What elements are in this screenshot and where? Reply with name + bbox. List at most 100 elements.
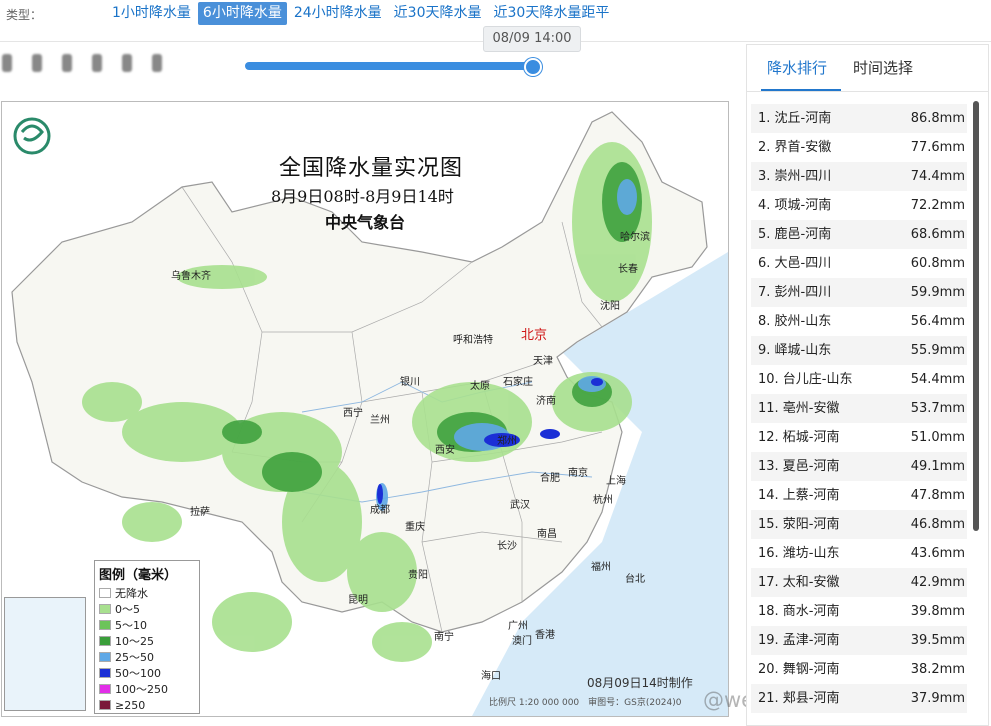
ranking-station: 16. 潍坊-山东 [758,546,840,561]
ranking-value: 59.9mm [910,285,965,300]
legend-label: 10～25 [115,635,154,648]
city-label: 合肥 [540,473,560,484]
legend-swatch [99,620,111,630]
city-label: 台北 [625,574,645,585]
ranking-station: 6. 大邑-四川 [758,256,832,271]
time-slider-track[interactable] [245,62,533,70]
legend-label: 0～5 [115,603,140,616]
ranking-value: 42.9mm [910,575,965,590]
legend-label: 50～100 [115,667,161,680]
ranking-station: 20. 舞钢-河南 [758,662,840,677]
map-title: 全国降水量实况图 [279,156,464,181]
ranking-item[interactable]: 12. 柘城-河南 51.0mm [751,423,967,452]
ranking-value: 43.6mm [910,546,965,561]
made-time: 08月09日14时制作 [587,676,693,690]
city-label: 呼和浩特 [453,335,493,346]
ranking-item[interactable]: 20. 舞钢-河南 38.2mm [751,655,967,684]
ranking-station: 8. 胶州-山东 [758,314,832,329]
city-label: 广州 [508,621,528,632]
ranking-item[interactable]: 19. 孟津-河南 39.5mm [751,626,967,655]
ranking-value: 51.0mm [910,430,965,445]
ranking-station: 1. 沈丘-河南 [758,111,832,126]
ranking-value: 39.8mm [910,604,965,619]
city-label: 南昌 [537,529,557,540]
legend-swatch [99,604,111,614]
ranking-item[interactable]: 3. 崇州-四川 74.4mm [751,162,967,191]
city-label: 上海 [606,476,626,487]
legend-swatch [99,636,111,646]
ranking-item[interactable]: 17. 太和-安徽 42.9mm [751,568,967,597]
ranking-item[interactable]: 7. 彭州-四川 59.9mm [751,278,967,307]
ranking-item[interactable]: 10. 台儿庄-山东 54.4mm [751,365,967,394]
city-label: 海口 [481,671,501,682]
ranking-value: 55.9mm [910,343,965,358]
ranking-value: 38.2mm [910,662,965,677]
ranking-station: 9. 峄城-山东 [758,343,832,358]
ranking-station: 19. 孟津-河南 [758,633,840,648]
ranking-value: 72.2mm [910,198,965,213]
ranking-value: 68.6mm [910,227,965,242]
map-legend: 图例（毫米） 无降水 0～5 5～10 10～25 25～50 50～100 100～250… [94,560,200,714]
ranking-item[interactable]: 9. 峄城-山东 55.9mm [751,336,967,365]
ranking-value: 60.8mm [910,256,965,271]
ranking-station: 17. 太和-安徽 [758,575,840,590]
ranking-item[interactable]: 4. 项城-河南 72.2mm [751,191,967,220]
ranking-item[interactable]: 16. 潍坊-山东 43.6mm [751,539,967,568]
city-label: 杭州 [593,495,613,506]
city-label: 郑州 [497,436,517,447]
type-tab[interactable]: 1小时降水量 [107,2,196,25]
city-label: 南京 [568,468,588,479]
ranking-station: 3. 崇州-四川 [758,169,832,184]
city-label: 太原 [470,381,490,392]
ranking-station: 18. 商水-河南 [758,604,840,619]
ranking-station: 2. 界首-安徽 [758,140,832,155]
ranking-value: 49.1mm [910,459,965,474]
city-label: 济南 [536,396,556,407]
legend-swatch [99,588,111,598]
ranking-item[interactable]: 11. 亳州-安徽 53.7mm [751,394,967,423]
tab-time-select[interactable]: 时间选择 [853,57,913,78]
type-bar: 类型： 1小时降水量 6小时降水量 24小时降水量 近30天降水量 近30天降水量距平 [0,0,991,28]
type-tab[interactable]: 近30天降水量距平 [489,2,615,25]
ranking-item[interactable]: 15. 荥阳-河南 46.8mm [751,510,967,539]
capital-label: 北京 [521,328,548,343]
south-china-sea-inset [4,597,86,711]
ranking-value: 37.9mm [910,691,965,706]
map-org: 中央气象台 [325,213,406,232]
ranking-item[interactable]: 13. 夏邑-河南 49.1mm [751,452,967,481]
ranking-item[interactable]: 1. 沈丘-河南 86.8mm [751,104,967,133]
ranking-value: 77.6mm [910,140,965,155]
ranking-station: 4. 项城-河南 [758,198,832,213]
city-label: 福州 [591,562,611,573]
city-label: 长沙 [497,541,517,552]
type-label: 类型： [6,8,43,22]
city-label: 西宁 [343,408,363,419]
ranking-item[interactable]: 5. 鹿邑-河南 68.6mm [751,220,967,249]
city-label: 贵阳 [408,570,428,581]
ranking-item[interactable]: 14. 上蔡-河南 47.8mm [751,481,967,510]
ranking-item[interactable]: 2. 界首-安徽 77.6mm [751,133,967,162]
type-tab[interactable]: 6小时降水量 [197,2,287,25]
ranking-station: 14. 上蔡-河南 [758,488,840,503]
ranking-value: 46.8mm [910,517,965,532]
ranking-item[interactable]: 8. 胶州-山东 56.4mm [751,307,967,336]
ranking-item[interactable]: 6. 大邑-四川 60.8mm [751,249,967,278]
city-label: 拉萨 [190,507,210,518]
city-label: 乌鲁木齐 [171,271,211,282]
city-label: 香港 [535,630,555,641]
city-label: 沈阳 [600,301,620,312]
ranking-item[interactable]: 21. 郏县-河南 37.9mm [751,684,967,713]
legend-title: 图例（毫米） [99,568,178,583]
ranking-value: 39.5mm [910,633,965,648]
time-slider-handle[interactable] [524,58,542,76]
blurred-logo-strip [0,48,170,80]
scrollbar[interactable] [973,101,979,531]
ranking-value: 56.4mm [910,314,965,329]
ranking-station: 10. 台儿庄-山东 [758,372,853,387]
tab-rainfall-ranking[interactable]: 降水排行 [767,57,827,78]
ranking-value: 53.7mm [910,401,965,416]
type-tab[interactable]: 近30天降水量 [389,2,487,25]
ranking-item[interactable]: 18. 商水-河南 39.8mm [751,597,967,626]
type-tab[interactable]: 24小时降水量 [289,2,387,25]
city-label: 武汉 [510,500,530,511]
